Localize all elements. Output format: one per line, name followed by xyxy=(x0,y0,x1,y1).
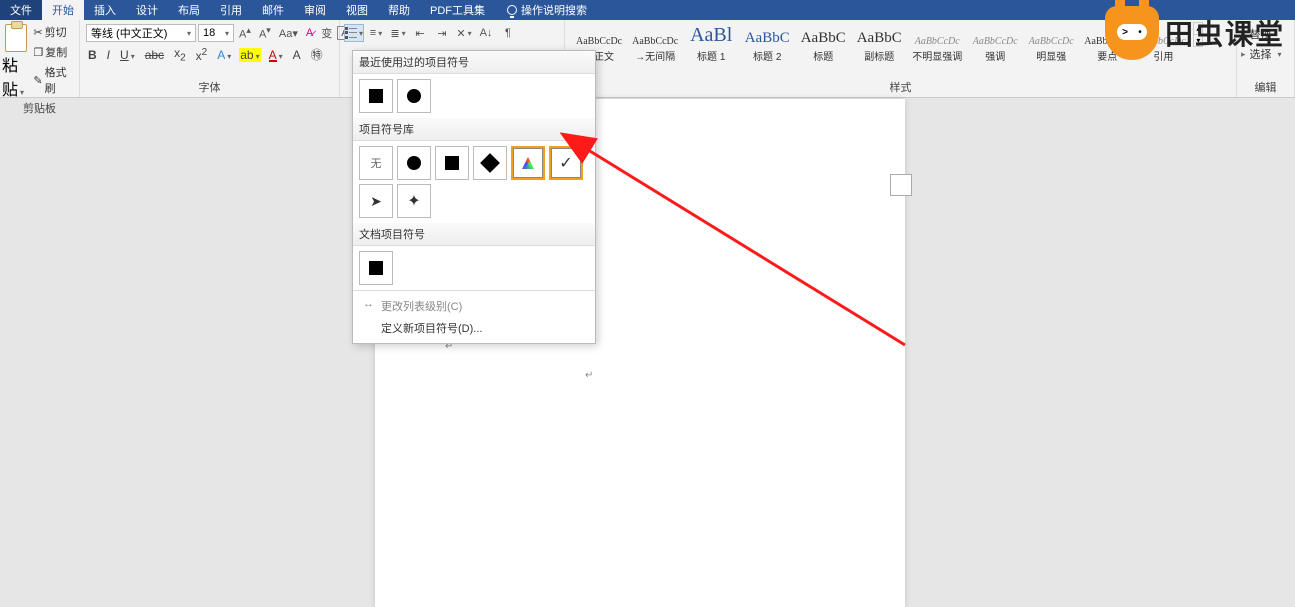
grow-font-button[interactable]: A▴ xyxy=(236,25,254,41)
recent-bullets-header: 最近使用过的项目符号 xyxy=(353,51,595,74)
clear-formatting-button[interactable]: A̷ xyxy=(303,27,316,39)
ribbon-tabs: 文件 开始 插入 设计 布局 引用 邮件 审阅 视图 帮助 PDF工具集 操作说… xyxy=(0,0,1295,20)
bullet-option-star[interactable] xyxy=(397,184,431,218)
tab-review[interactable]: 审阅 xyxy=(294,0,336,20)
tab-design[interactable]: 设计 xyxy=(126,0,168,20)
change-list-level: 更改列表级别(C) xyxy=(361,295,587,317)
tell-me-search[interactable]: 操作说明搜索 xyxy=(507,0,587,20)
style-item[interactable]: AaBl标题 1 xyxy=(683,22,739,66)
search-label: 操作说明搜索 xyxy=(521,2,587,18)
style-item[interactable]: AaBbC标题 2 xyxy=(739,22,795,66)
style-item[interactable]: AaBbCcDc明显强 xyxy=(1023,22,1079,66)
page-break-marker xyxy=(890,174,912,196)
bullets-button[interactable] xyxy=(344,24,364,42)
bullets-dropdown-panel: 最近使用过的项目符号 项目符号库 无 文档项目符号 更改列表级别(C) 定义新项… xyxy=(352,50,596,344)
tab-view[interactable]: 视图 xyxy=(336,0,378,20)
ribbon: 粘贴 剪切 复制 格式刷 剪贴板 等线 (中文正文) 18 A▴ A▾ Aa▾ … xyxy=(0,20,1295,98)
style-item[interactable]: AaBbCcDc→无间隔 xyxy=(627,22,683,66)
group-clipboard-label: 剪贴板 xyxy=(2,100,77,118)
bullet-option-circle[interactable] xyxy=(397,146,431,180)
bullet-option-square[interactable] xyxy=(359,79,393,113)
paste-button[interactable]: 粘贴 xyxy=(2,22,29,100)
font-color-button[interactable]: A xyxy=(267,48,285,62)
bullet-option-arrow[interactable] xyxy=(359,184,393,218)
numbering-button[interactable]: ≡ xyxy=(366,24,386,42)
bullet-option-circle[interactable] xyxy=(397,79,431,113)
tab-help[interactable]: 帮助 xyxy=(378,0,420,20)
shrink-font-button[interactable]: A▾ xyxy=(256,25,274,41)
tab-mailings[interactable]: 邮件 xyxy=(252,0,294,20)
text-effects-button[interactable]: A xyxy=(215,48,233,62)
group-font: 等线 (中文正文) 18 A▴ A▾ Aa▾ A̷ 变 A B I U abc … xyxy=(80,20,340,97)
tab-home[interactable]: 开始 xyxy=(42,0,84,20)
tab-references[interactable]: 引用 xyxy=(210,0,252,20)
cut-button[interactable]: 剪切 xyxy=(29,22,77,42)
phonetic-guide-button[interactable]: 变 xyxy=(318,25,335,41)
tab-file[interactable]: 文件 xyxy=(0,0,42,20)
change-case-button[interactable]: Aa▾ xyxy=(276,27,301,40)
tab-insert[interactable]: 插入 xyxy=(84,0,126,20)
decrease-indent-button[interactable]: ⇤ xyxy=(410,24,430,42)
group-clipboard: 粘贴 剪切 复制 格式刷 剪贴板 xyxy=(0,20,80,97)
char-shading-button[interactable]: A xyxy=(291,48,303,62)
define-new-bullet[interactable]: 定义新项目符号(D)... xyxy=(361,317,587,339)
group-font-label: 字体 xyxy=(86,79,333,97)
bold-button[interactable]: B xyxy=(86,48,99,62)
tab-pdftools[interactable]: PDF工具集 xyxy=(420,0,495,20)
superscript-button[interactable]: x2 xyxy=(194,47,210,63)
subscript-button[interactable]: x2 xyxy=(172,46,188,63)
group-editing-label: 编辑 xyxy=(1241,79,1290,97)
font-name-select[interactable]: 等线 (中文正文) xyxy=(86,24,196,42)
bullet-option-square[interactable] xyxy=(359,251,393,285)
style-item[interactable]: AaBbC标题 xyxy=(795,22,851,66)
sort-button[interactable]: A↓ xyxy=(476,24,496,42)
bulb-icon xyxy=(507,5,517,15)
bullet-option-square[interactable] xyxy=(435,146,469,180)
bullet-option-color-diamond[interactable] xyxy=(511,146,545,180)
paste-label: 粘贴 xyxy=(2,52,29,100)
logo-text: 田虫课堂 xyxy=(1165,13,1285,53)
copy-button[interactable]: 复制 xyxy=(29,42,77,62)
bullet-option-none[interactable]: 无 xyxy=(359,146,393,180)
highlight-button[interactable]: ab xyxy=(239,48,260,62)
paragraph-mark: ↵ xyxy=(585,370,905,381)
group-styles-label: 样式 xyxy=(571,79,1230,97)
asian-layout-button[interactable]: ✕ xyxy=(454,24,474,42)
strike-button[interactable]: abc xyxy=(143,48,166,62)
format-painter-button[interactable]: 格式刷 xyxy=(29,62,77,98)
enclose-chars-button[interactable]: ㊕ xyxy=(309,46,325,63)
style-item[interactable]: AaBbC副标题 xyxy=(851,22,907,66)
increase-indent-button[interactable]: ⇥ xyxy=(432,24,452,42)
bullet-option-diamond[interactable] xyxy=(473,146,507,180)
italic-button[interactable]: I xyxy=(105,48,112,62)
underline-button[interactable]: U xyxy=(118,48,137,62)
style-item[interactable]: AaBbCcDc不明显强调 xyxy=(907,22,967,66)
watermark-logo: >• 田虫课堂 xyxy=(1105,6,1285,60)
paste-icon xyxy=(5,24,27,52)
bullet-library-header: 项目符号库 xyxy=(353,118,595,141)
show-marks-button[interactable]: ¶ xyxy=(498,24,518,42)
multilevel-button[interactable]: ≣ xyxy=(388,24,408,42)
style-item[interactable]: AaBbCcDc强调 xyxy=(967,22,1023,66)
styles-gallery[interactable]: AaBbCcDc→正文AaBbCcDc→无间隔AaBl标题 1AaBbC标题 2… xyxy=(571,22,1191,66)
logo-icon: >• xyxy=(1105,6,1159,60)
tab-layout[interactable]: 布局 xyxy=(168,0,210,20)
font-size-select[interactable]: 18 xyxy=(198,24,234,42)
doc-bullets-header: 文档项目符号 xyxy=(353,223,595,246)
bullet-option-check[interactable] xyxy=(549,146,583,180)
